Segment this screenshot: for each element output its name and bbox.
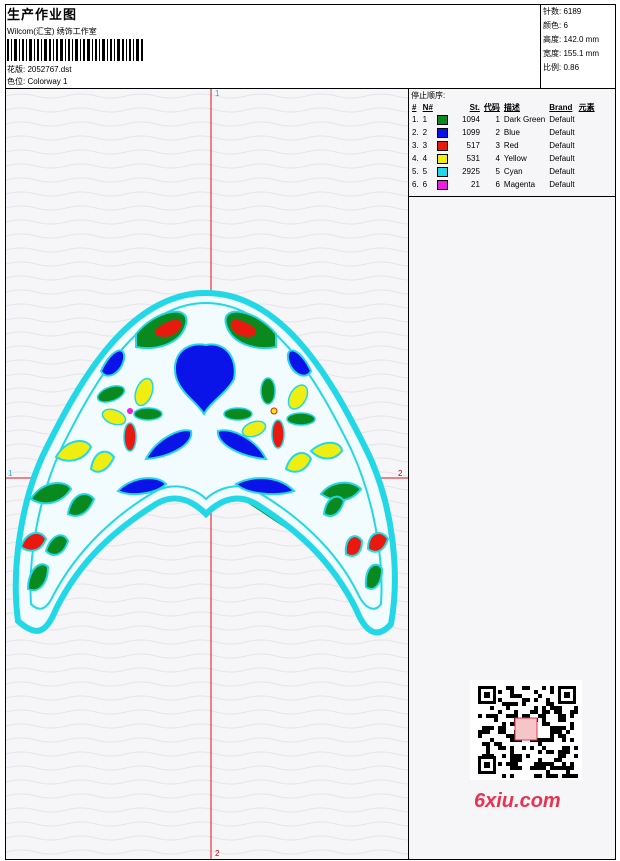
row-code: 6	[495, 180, 500, 189]
row-brand: Default	[549, 167, 575, 176]
table-row: 4. 4 531 4 Yellow Default	[410, 152, 597, 165]
row-needle: 3	[422, 141, 428, 150]
col-header-brand: Brand	[549, 102, 573, 112]
row-code: 1	[495, 115, 500, 124]
row-brand: Default	[549, 154, 575, 163]
design-width: 宽度: 155.1 mm	[543, 49, 600, 58]
color-swatch	[436, 153, 448, 164]
stop-sequence-title: 停止顺序:	[411, 91, 446, 100]
row-swatch	[435, 165, 450, 178]
color-swatch	[436, 127, 448, 138]
row-needle: 5	[422, 167, 428, 176]
row-stitches: 531	[466, 154, 480, 163]
row-stitches: 517	[466, 141, 480, 150]
design-scale: 比例: 0.86	[543, 63, 580, 72]
row-element	[577, 178, 597, 191]
design-canvas[interactable]: 1 2 1 2	[5, 88, 409, 860]
color-count: 颜色: 6	[543, 21, 568, 30]
row-element	[577, 126, 597, 139]
row-index: 1.	[412, 115, 419, 124]
row-needle: 2	[422, 128, 428, 137]
table-row: 5. 5 2925 5 Cyan Default	[410, 165, 597, 178]
color-swatch	[436, 140, 448, 151]
row-stitches: 1094	[462, 115, 480, 124]
col-header-code: 代码	[483, 102, 500, 112]
legend-divider	[409, 196, 616, 197]
row-stitches: 21	[471, 180, 480, 189]
row-description: Cyan	[503, 167, 523, 176]
col-header-description: 描述	[503, 102, 520, 112]
barcode-image	[7, 39, 143, 61]
axis-label-top: 1	[215, 89, 220, 98]
stop-sequence-table: # N# St. 代码 描述 Brand 元素 1. 1 1094 1 Dark Gre…	[410, 101, 597, 191]
row-swatch	[435, 139, 450, 152]
table-row: 1. 1 1094 1 Dark Green Default	[410, 113, 597, 126]
axis-label-right: 2	[398, 469, 403, 478]
row-index: 5.	[412, 167, 419, 176]
axis-label-left: 1	[8, 469, 13, 478]
col-header-index: #	[412, 102, 417, 112]
stitch-count: 针数: 6189	[543, 7, 582, 16]
qr-code-image	[470, 680, 582, 780]
row-brand: Default	[549, 115, 575, 124]
row-brand: Default	[549, 180, 575, 189]
axis-label-bottom: 2	[215, 849, 220, 858]
row-element	[577, 113, 597, 126]
row-element	[577, 165, 597, 178]
table-row: 3. 3 517 3 Red Default	[410, 139, 597, 152]
studio-name: Wilcom(汇宝) 绣饰工作室	[7, 27, 97, 36]
color-swatch	[436, 166, 448, 177]
row-code: 4	[495, 154, 500, 163]
col-header-stitches: St.	[469, 102, 480, 112]
row-index: 3.	[412, 141, 419, 150]
watermark-logo: 6xiu.com	[474, 790, 561, 812]
color-swatch	[436, 179, 448, 190]
row-swatch	[435, 152, 450, 165]
row-description: Magenta	[503, 180, 536, 189]
header-left: 生产作业图 Wilcom(汇宝) 绣饰工作室 花版: 2052767.dst 色…	[5, 4, 539, 88]
row-element	[577, 139, 597, 152]
row-description: Dark Green	[503, 115, 546, 124]
row-swatch	[435, 178, 450, 191]
col-header-needle: N#	[422, 102, 433, 112]
row-stitches: 1099	[462, 128, 480, 137]
red-leaf-right-1	[344, 535, 364, 557]
color-swatch	[436, 114, 448, 125]
row-stitches: 2925	[462, 167, 480, 176]
row-description: Yellow	[503, 154, 527, 163]
row-description: Red	[503, 141, 519, 150]
design-height: 高度: 142.0 mm	[543, 35, 600, 44]
row-code: 2	[495, 128, 500, 137]
table-row: 2. 2 1099 2 Blue Default	[410, 126, 597, 139]
row-index: 2.	[412, 128, 419, 137]
row-swatch	[435, 113, 450, 126]
row-code: 5	[495, 167, 500, 176]
row-brand: Default	[549, 128, 575, 137]
col-header-swatch	[435, 101, 450, 113]
row-index: 4.	[412, 154, 419, 163]
embroidery-design	[6, 89, 408, 859]
row-element	[577, 152, 597, 165]
table-row: 6. 6 21 6 Magenta Default	[410, 178, 597, 191]
row-brand: Default	[549, 141, 575, 150]
row-needle: 1	[422, 115, 428, 124]
table-header-row: # N# St. 代码 描述 Brand 元素	[410, 101, 597, 113]
pattern-file: 花版: 2052767.dst	[7, 65, 72, 74]
row-index: 6.	[412, 180, 419, 189]
row-needle: 4	[422, 154, 428, 163]
row-code: 3	[495, 141, 500, 150]
stats-panel: 针数: 6189 颜色: 6 高度: 142.0 mm 宽度: 155.1 mm…	[540, 4, 617, 88]
row-swatch	[435, 126, 450, 139]
colorway: 色位: Colorway 1	[7, 77, 68, 86]
col-header-element: 元素	[578, 102, 595, 112]
row-needle: 6	[422, 180, 428, 189]
row-description: Blue	[503, 128, 520, 137]
page-title: 生产作业图	[7, 7, 78, 22]
